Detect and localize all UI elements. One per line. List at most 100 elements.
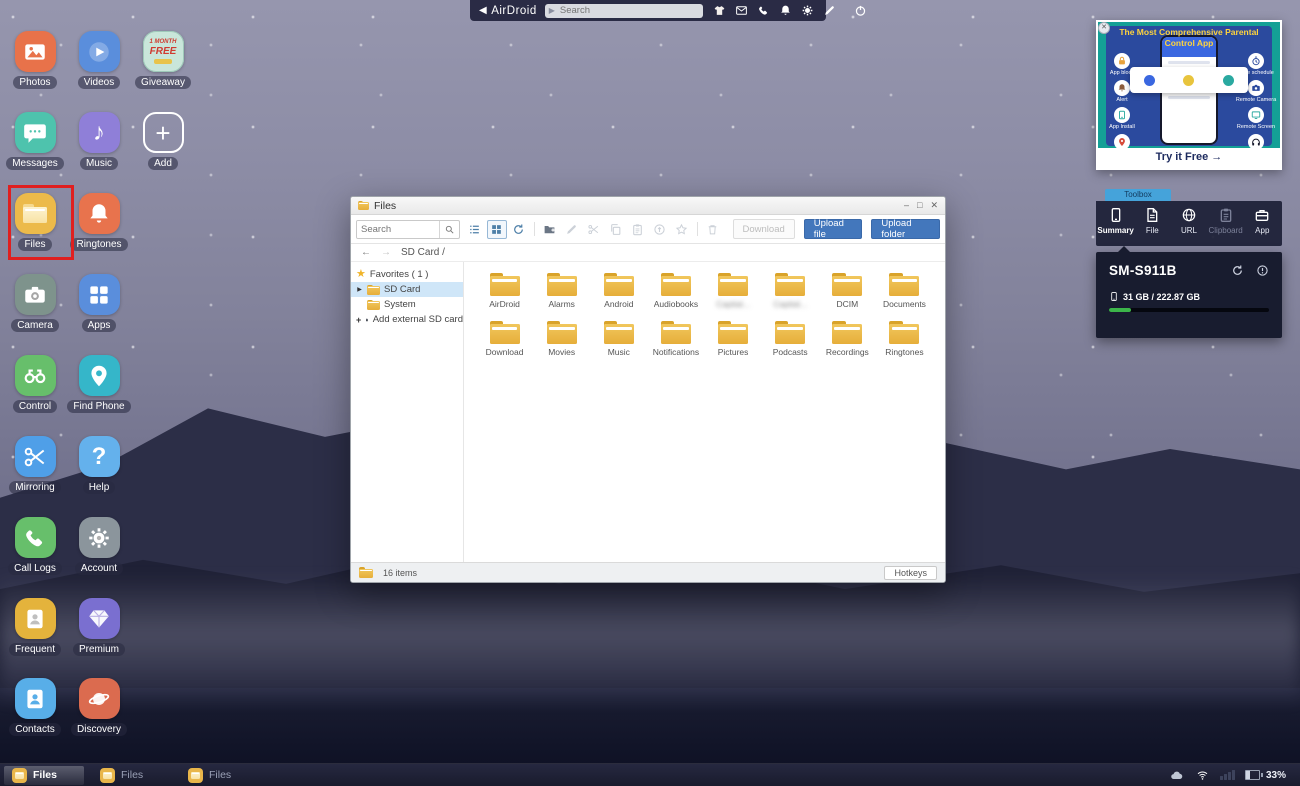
minimize-button[interactable]: –	[904, 201, 909, 210]
list-view-icon[interactable]	[465, 220, 485, 239]
tool-clipboard[interactable]: Clipboard	[1209, 201, 1243, 246]
device-info-icon[interactable]	[1256, 264, 1269, 277]
tool-app[interactable]: App	[1245, 201, 1279, 246]
upload-folder-button[interactable]: Upload folder	[871, 219, 940, 239]
app-control[interactable]: Control	[3, 355, 67, 413]
folder-tile[interactable]: Captial...	[762, 273, 819, 309]
folder-grid: AirDroidAlarmsAndroidAudiobooks Captial..…	[464, 262, 945, 562]
storage-bar	[1109, 308, 1269, 312]
tree-item-favorites-1-[interactable]: ★Favorites ( 1 )	[351, 267, 463, 282]
ad-feature-label: Remote Camera	[1236, 97, 1276, 103]
paste-icon[interactable]	[628, 220, 648, 239]
folder-tile[interactable]: Podcasts	[762, 321, 819, 357]
app-mirroring[interactable]: Mirroring	[3, 436, 67, 494]
app-frequent[interactable]: Frequent	[3, 598, 67, 656]
new-folder-icon[interactable]	[540, 220, 560, 239]
forward-icon[interactable]: →	[381, 247, 391, 258]
download-button[interactable]: Download	[733, 219, 795, 239]
folder-name: Download	[486, 347, 524, 357]
folder-tile[interactable]: Pictures	[705, 321, 762, 357]
files-search[interactable]	[356, 220, 460, 239]
tool-url[interactable]: URL	[1172, 201, 1206, 246]
folder-tile[interactable]: AirDroid	[476, 273, 533, 309]
app-giveaway[interactable]: 1 MONTHFREEGiveaway	[131, 31, 195, 89]
global-search-input[interactable]	[558, 4, 699, 17]
ad-cta-button[interactable]: Try it Free →	[1098, 148, 1280, 166]
app-music[interactable]: ♪Music	[67, 112, 131, 170]
folder-tile[interactable]: Notifications	[647, 321, 704, 357]
breadcrumb-path[interactable]: SD Card /	[401, 247, 445, 258]
app-apps[interactable]: Apps	[67, 274, 131, 332]
app-ringtones[interactable]: Ringtones	[67, 193, 131, 251]
folder-tile[interactable]: Ringtones	[876, 321, 933, 357]
power-icon[interactable]	[854, 4, 867, 17]
window-titlebar[interactable]: Files –□✕	[351, 197, 945, 215]
mail-compose-icon[interactable]	[735, 4, 748, 17]
folder-tile[interactable]: Captial...	[705, 273, 762, 309]
app-account[interactable]: Account	[67, 517, 131, 575]
rename-icon[interactable]	[562, 220, 582, 239]
folder-tile[interactable]: Music	[590, 321, 647, 357]
phone-icon[interactable]	[757, 4, 770, 17]
cut-icon[interactable]	[584, 220, 604, 239]
device-refresh-icon[interactable]	[1231, 264, 1244, 277]
files-search-input[interactable]	[357, 221, 439, 238]
tree-item-sd-card[interactable]: ▶SD Card	[351, 282, 463, 297]
folder-tile[interactable]: Alarms	[533, 273, 590, 309]
star-icon[interactable]	[672, 220, 692, 239]
folder-name: Captial...	[716, 299, 750, 309]
app-videos[interactable]: Videos	[67, 31, 131, 89]
tool-summary[interactable]: Summary	[1099, 201, 1133, 246]
taskbar-item-files[interactable]: Files	[92, 766, 172, 785]
maximize-button[interactable]: □	[917, 201, 922, 210]
global-search[interactable]: ▶	[545, 4, 703, 18]
folder-tile[interactable]: Documents	[876, 273, 933, 309]
taskbar-item-files[interactable]: Files	[180, 766, 260, 785]
tree-item-system[interactable]: System	[351, 297, 463, 312]
gear-icon[interactable]	[801, 4, 814, 17]
app-contacts[interactable]: Contacts	[3, 678, 67, 736]
folder-tile[interactable]: Download	[476, 321, 533, 357]
folder-tile[interactable]: Android	[590, 273, 647, 309]
folder-tile[interactable]: Movies	[533, 321, 590, 357]
hotkeys-button[interactable]: Hotkeys	[884, 566, 937, 580]
folder-name: Pictures	[718, 347, 749, 357]
tree-item-add-external-sd-card[interactable]: +Add external SD card	[351, 312, 463, 327]
folder-icon	[490, 273, 520, 296]
upload-circle-icon[interactable]	[650, 220, 670, 239]
trash-icon[interactable]	[703, 220, 723, 239]
search-icon[interactable]	[439, 221, 459, 238]
cloud-sync-icon[interactable]	[1168, 769, 1185, 782]
toolbox-tab[interactable]: Toolbox	[1105, 189, 1171, 201]
ad-close-icon[interactable]: ✕	[1098, 22, 1110, 34]
app-discovery[interactable]: Discovery	[67, 678, 131, 736]
taskbar-item-files[interactable]: Files	[4, 766, 84, 785]
close-button[interactable]: ✕	[930, 201, 938, 210]
tool-file[interactable]: File	[1135, 201, 1169, 246]
back-icon[interactable]: ←	[361, 247, 371, 258]
folder-tile[interactable]: Recordings	[819, 321, 876, 357]
app-premium[interactable]: Premium	[67, 598, 131, 656]
folder-tile[interactable]: Audiobooks	[647, 273, 704, 309]
bell-icon[interactable]	[779, 4, 792, 17]
upload-file-button[interactable]: Upload file	[804, 219, 863, 239]
copy-icon[interactable]	[606, 220, 626, 239]
app-help[interactable]: ?Help	[67, 436, 131, 494]
refresh-icon[interactable]	[509, 220, 529, 239]
parental-control-ad[interactable]: The Most Comprehensive Parental Control …	[1096, 20, 1282, 170]
wifi-icon[interactable]	[1195, 769, 1210, 781]
tshirt-icon[interactable]	[713, 4, 726, 17]
app-label: Ringtones	[70, 238, 127, 251]
app-camera[interactable]: Camera	[3, 274, 67, 332]
expand-icon[interactable]: ▶	[356, 286, 363, 293]
grid-view-icon[interactable]	[487, 220, 507, 239]
pencil-icon[interactable]	[823, 4, 836, 17]
folder-tile[interactable]: DCIM	[819, 273, 876, 309]
app-messages[interactable]: Messages	[3, 112, 67, 170]
app-photos[interactable]: Photos	[3, 31, 67, 89]
app-call-logs[interactable]: Call Logs	[3, 517, 67, 575]
app-find-phone[interactable]: Find Phone	[67, 355, 131, 413]
planet-icon	[79, 678, 120, 719]
airdroid-logo[interactable]: ◀ AirDroid	[479, 5, 537, 17]
app-add[interactable]: +Add	[131, 112, 195, 170]
